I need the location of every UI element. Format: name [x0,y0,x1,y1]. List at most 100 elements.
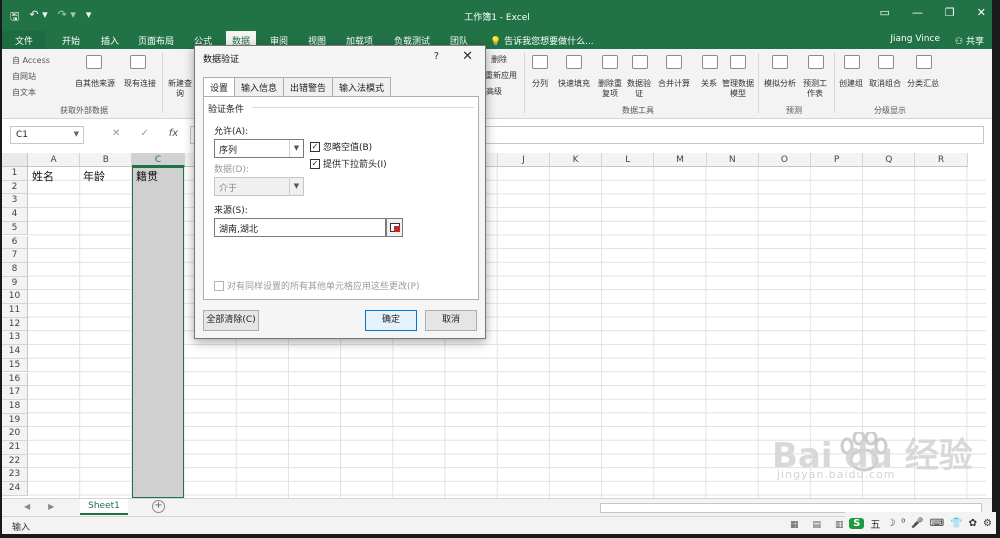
close-icon[interactable]: ✕ [462,49,473,64]
advanced-filter-button[interactable]: 高级 [484,87,504,97]
tell-me-search[interactable]: 💡 告诉我您想要做什么... [490,34,594,47]
sheet-tab-sheet1[interactable]: Sheet1 [80,499,128,515]
help-icon[interactable]: ? [434,51,439,62]
consolidate-button[interactable]: 合并计算 [654,79,694,89]
row-header-13[interactable]: 13 [2,331,28,346]
enter-entry-icon[interactable]: ✓ [140,128,148,139]
name-box[interactable]: C1 ▼ [10,126,84,144]
row-header-8[interactable]: 8 [2,262,28,277]
insert-function-icon[interactable]: fx [169,128,178,139]
text-to-columns-button[interactable]: 分列 [526,79,554,89]
forecast-sheet-button[interactable]: 预测工作表 [800,79,830,99]
existing-connections-button[interactable]: 现有连接 [120,79,160,89]
tab-home[interactable]: 开始 [62,34,80,47]
row-header-7[interactable]: 7 [2,249,28,263]
row-header-12[interactable]: 12 [2,317,28,332]
tab-insert[interactable]: 插入 [101,34,119,47]
manage-data-model-button[interactable]: 管理数据模型 [722,79,754,99]
minimize-icon[interactable]: — [912,6,923,19]
column-header-p[interactable]: P [811,153,864,167]
tab-ime-mode[interactable]: 输入法模式 [332,77,392,98]
user-name[interactable]: Jiang Vince [890,34,940,44]
row-header-22[interactable]: 22 [2,454,28,469]
tab-page-layout[interactable]: 页面布局 [138,34,174,47]
clear-all-button[interactable]: 全部清除(C) [203,310,259,331]
column-header-q[interactable]: Q [863,153,916,167]
row-header-10[interactable]: 10 [2,290,28,304]
column-header-m[interactable]: M [654,153,707,167]
row-header-16[interactable]: 16 [2,372,28,387]
tab-error-alert[interactable]: 出错警告 [283,77,334,98]
column-header-a[interactable]: A [28,153,81,167]
new-query-button[interactable]: 新建查询 [168,79,192,99]
from-web-button[interactable]: 自网站 [12,71,36,82]
cell-c1[interactable]: 籍贯 [136,168,158,184]
normal-view-icon[interactable]: ▦ [790,520,799,530]
column-header-c[interactable]: C [132,153,185,167]
skin-icon[interactable]: 👕 [950,518,962,529]
cell-a1[interactable]: 姓名 [32,168,54,184]
chevron-down-icon[interactable]: ▼ [289,140,303,157]
row-header-19[interactable]: 19 [2,413,28,428]
next-sheet-icon[interactable]: ▶ [48,502,54,511]
restore-icon[interactable]: ❐ [945,6,955,19]
ribbon-display-icon[interactable]: ▭ [880,6,890,19]
row-header-21[interactable]: 21 [2,441,28,455]
reapply-button[interactable]: 重新应用 [484,71,518,81]
data-validation-button[interactable]: 数据验证 [624,79,654,99]
row-header-3[interactable]: 3 [2,194,28,209]
column-header-l[interactable]: L [602,153,655,167]
selected-column-c[interactable] [132,167,184,498]
column-header-j[interactable]: J [497,153,550,167]
tab-settings[interactable]: 设置 [203,77,236,98]
column-header-o[interactable]: O [758,153,811,167]
moon-icon[interactable]: ☽ [886,518,895,529]
ungroup-button[interactable]: 取消组合 [866,79,904,89]
row-header-9[interactable]: 9 [2,276,28,291]
what-if-analysis-button[interactable]: 模拟分析 [760,79,800,89]
subtotal-button[interactable]: 分类汇总 [904,79,942,89]
row-header-1[interactable]: 1 [2,167,28,181]
column-header-b[interactable]: B [80,153,133,167]
microphone-icon[interactable]: 🎤 [911,518,923,529]
sogou-ime-icon[interactable]: S [849,517,865,529]
column-header-n[interactable]: N [706,153,759,167]
collapse-range-button[interactable] [386,218,403,237]
row-header-4[interactable]: 4 [2,208,28,222]
chevron-down-icon[interactable]: ▼ [74,130,79,138]
column-header-k[interactable]: K [550,153,603,167]
cancel-button[interactable]: 取消 [425,310,477,331]
select-all-corner[interactable] [2,153,28,167]
prev-sheet-icon[interactable]: ◀ [24,502,30,511]
row-header-23[interactable]: 23 [2,468,28,483]
row-header-20[interactable]: 20 [2,427,28,441]
column-header-r[interactable]: R [915,153,968,167]
page-layout-view-icon[interactable]: ▤ [813,520,822,530]
relationships-button[interactable]: 关系 [696,79,722,89]
cell-b1[interactable]: 年龄 [83,168,105,184]
from-access-button[interactable]: 自 Access [12,55,50,66]
page-break-view-icon[interactable]: ▥ [835,520,844,530]
from-other-sources-button[interactable]: 自其他来源 [70,79,120,89]
tools-icon[interactable]: ⚙ [983,518,992,529]
row-header-18[interactable]: 18 [2,399,28,414]
row-header-6[interactable]: 6 [2,235,28,250]
clear-filter-button[interactable]: 删除 [484,55,514,65]
row-header-14[interactable]: 14 [2,345,28,359]
flash-fill-button[interactable]: 快速填充 [554,79,594,89]
allow-select[interactable]: 序列 ▼ [214,139,304,158]
ok-button[interactable]: 确定 [365,310,417,331]
tab-file[interactable]: 文件 [2,31,46,49]
keyboard-icon[interactable]: ⌨ [930,518,944,529]
share-button[interactable]: ⚇ 共享 [955,34,984,47]
source-input[interactable]: 湖南,湖北 [214,218,386,237]
tab-input-message[interactable]: 输入信息 [234,77,285,98]
apply-all-checkbox[interactable]: 对有同样设置的所有其他单元格应用这些更改(P) [214,279,419,292]
row-header-15[interactable]: 15 [2,358,28,373]
row-header-11[interactable]: 11 [2,304,28,318]
punctuation-icon[interactable]: ⁰ [901,518,905,529]
row-header-5[interactable]: 5 [2,221,28,236]
row-header-2[interactable]: 2 [2,180,28,195]
ignore-blank-checkbox[interactable]: ✓ 忽略空值(B) [310,140,372,153]
row-header-24[interactable]: 24 [2,482,28,496]
